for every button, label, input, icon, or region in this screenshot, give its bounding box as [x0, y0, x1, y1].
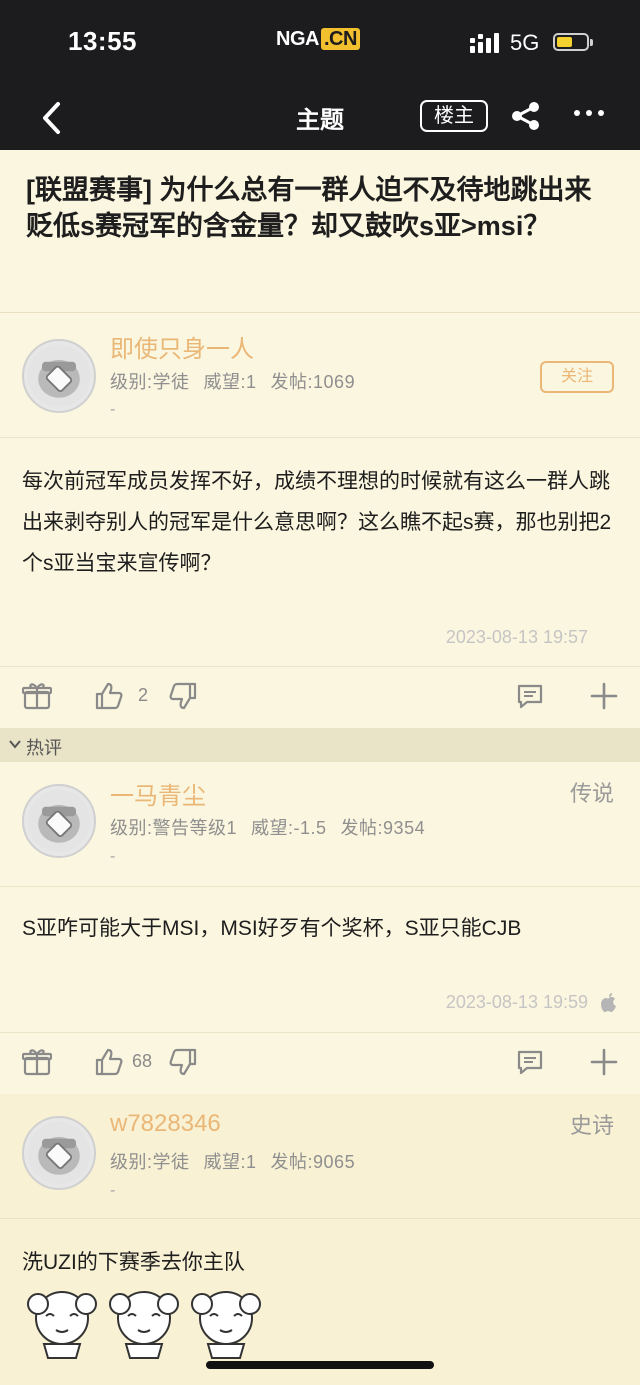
hot-comments-header[interactable]: 热评 — [0, 728, 640, 762]
user-rank: 史诗 — [569, 1113, 614, 1138]
logo-cn-text: .CN — [320, 28, 360, 50]
post-author-row: 即使只身一人 级别:学徒 威望:1 发帖:1069 - 关注 — [0, 313, 640, 438]
chevron-down-icon — [9, 740, 21, 749]
logo-main-text: NGA — [276, 28, 319, 50]
page-title: 主题 — [296, 107, 344, 134]
user-post-count: 发帖:9354 — [340, 818, 426, 838]
thumbs-up-icon[interactable] — [94, 681, 124, 711]
post-author-row: 一马青尘 传说 级别:警告等级1 威望:-1.5 发帖:9354 - — [0, 762, 640, 887]
user-stats: 级别:学徒 威望:1 发帖:1069 — [110, 368, 369, 394]
sticker-face-icon — [109, 1291, 179, 1359]
apple-device-icon — [601, 993, 616, 1012]
avatar[interactable] — [22, 784, 96, 858]
signal-icon — [470, 33, 499, 53]
user-signature: - — [110, 401, 116, 418]
user-level: 级别:学徒 — [110, 372, 190, 392]
home-indicator[interactable] — [206, 1361, 434, 1369]
user-post-count: 发帖:9065 — [270, 1152, 356, 1172]
sticker-face-icon — [27, 1291, 97, 1359]
owner-only-button[interactable]: 楼主 — [420, 100, 488, 132]
nga-logo: NGA .CN — [276, 28, 360, 51]
thumbs-down-icon[interactable] — [168, 681, 198, 711]
user-post-count: 发帖:1069 — [270, 372, 356, 392]
status-bar: 13:55 NGA .CN 5G — [0, 0, 640, 86]
post-actions: 2 — [0, 666, 640, 727]
share-icon[interactable] — [510, 100, 542, 132]
username[interactable]: 一马青尘 — [110, 776, 206, 811]
like-count: 68 — [132, 1051, 153, 1071]
user-stats: 级别:学徒 威望:1 发帖:9065 — [110, 1148, 369, 1174]
gift-icon[interactable] — [22, 1047, 52, 1077]
post-content: S亚咋可能大于MSI，MSI好歹有个奖杯，S亚只能CJB — [22, 917, 522, 940]
plus-icon[interactable] — [589, 681, 619, 711]
network-label: 5G — [510, 30, 540, 55]
clock: 13:55 — [68, 26, 137, 56]
follow-button[interactable]: 关注 — [540, 361, 614, 393]
user-prestige: 威望:1 — [203, 1152, 257, 1172]
topic-header: [联盟赛事] 为什么总有一群人迫不及待地跳出来贬低s赛冠军的含金量？却又鼓吹s亚… — [0, 150, 640, 313]
post-content: 洗UZI的下赛季去你主队 — [22, 1251, 245, 1274]
topic-title: [联盟赛事] 为什么总有一群人迫不及待地跳出来贬低s赛冠军的含金量？却又鼓吹s亚… — [26, 175, 592, 241]
post-date: 2023-08-13 19:59 — [445, 992, 588, 1012]
post-actions: 68 — [0, 1032, 640, 1093]
user-level: 级别:学徒 — [110, 1152, 190, 1172]
plus-icon[interactable] — [589, 1047, 619, 1077]
post-date: 2023-08-13 19:57 — [445, 627, 588, 647]
user-level: 级别:警告等级1 — [110, 818, 238, 838]
sticker-face-icon — [191, 1291, 261, 1359]
thumbs-up-icon[interactable] — [94, 1047, 124, 1077]
user-stats: 级别:警告等级1 威望:-1.5 发帖:9354 — [110, 814, 439, 840]
avatar[interactable] — [22, 339, 96, 413]
comment-icon[interactable] — [515, 681, 545, 711]
user-signature: - — [110, 848, 116, 865]
battery-icon — [553, 33, 593, 51]
like-count: 2 — [138, 685, 149, 705]
navigation-bar: 主题 楼主 — [0, 86, 640, 150]
avatar[interactable] — [22, 1116, 96, 1190]
gift-icon[interactable] — [22, 681, 52, 711]
post-author-row: w7828346 史诗 级别:学徒 威望:1 发帖:9065 - — [0, 1094, 640, 1219]
sticker-images — [27, 1291, 261, 1359]
user-rank: 传说 — [569, 781, 614, 806]
more-options-icon[interactable] — [572, 100, 606, 132]
user-prestige: 威望:-1.5 — [251, 818, 327, 838]
username[interactable]: 即使只身一人 — [110, 329, 254, 364]
user-prestige: 威望:1 — [203, 372, 257, 392]
username[interactable]: w7828346 — [110, 1110, 221, 1138]
thumbs-down-icon[interactable] — [168, 1047, 198, 1077]
post-content: 每次前冠军成员发挥不好，成绩不理想的时候就有这么一群人跳出来剥夺别人的冠军是什么… — [22, 470, 612, 575]
hot-comments-label: 热评 — [26, 738, 62, 758]
user-signature: - — [110, 1182, 116, 1199]
comment-icon[interactable] — [515, 1047, 545, 1077]
